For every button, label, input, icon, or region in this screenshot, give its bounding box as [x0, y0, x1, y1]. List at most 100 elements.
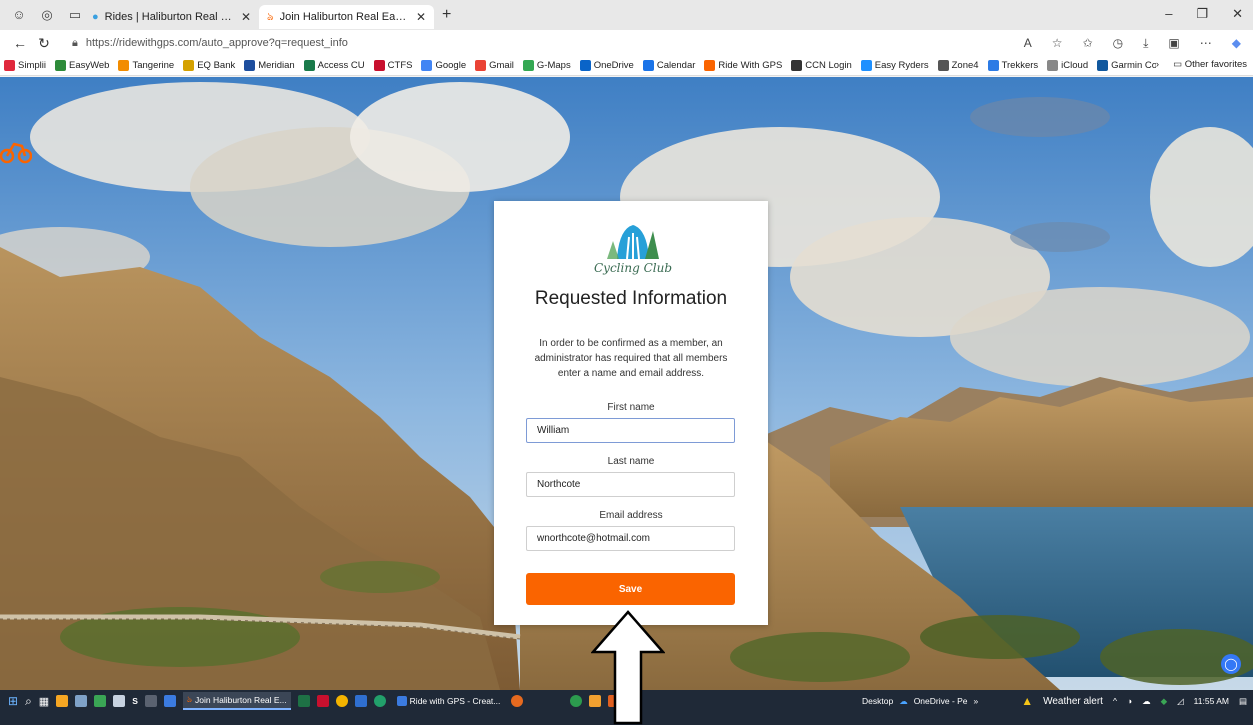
bookmark-item[interactable]: Trekkers — [987, 60, 1039, 71]
app-icon[interactable] — [570, 695, 583, 707]
history-icon[interactable]: ◷ — [1113, 36, 1123, 51]
taskbar-app-join[interactable]: ঌ Join Haliburton Real E... — [182, 692, 291, 710]
app-icon[interactable] — [354, 695, 367, 707]
bookmark-favicon-icon — [1047, 60, 1059, 71]
extensions-icon[interactable]: ▣ — [1168, 36, 1179, 51]
tab-rides[interactable]: ● Rides | Haliburton Real Easy Ryde ✕ — [84, 5, 259, 29]
warning-icon: ▲ — [1021, 694, 1034, 708]
bookmark-item[interactable]: iCloud — [1047, 60, 1088, 71]
save-button[interactable]: Save — [526, 573, 735, 605]
wifi-icon[interactable]: ◿ — [1177, 696, 1184, 707]
tab-title: Join Haliburton Real Easy Ryders — [279, 11, 410, 23]
bookmark-label: iCloud — [1061, 60, 1089, 71]
url-text: https://ridewithgps.com/auto_approve?q=r… — [85, 37, 348, 49]
new-tab-button[interactable]: + — [442, 6, 451, 24]
bookmark-favicon-icon — [1097, 60, 1109, 71]
tray-icon[interactable]: ◑ — [1127, 696, 1132, 706]
app-icon[interactable] — [297, 695, 310, 707]
bookmark-item[interactable]: Calendar — [642, 60, 696, 71]
profile-icon[interactable]: ☺ — [12, 8, 26, 22]
bookmark-item[interactable]: Ride With GPS — [704, 60, 782, 71]
bookmark-item[interactable]: Tangerine — [118, 60, 174, 71]
refresh-button[interactable]: ↻ — [32, 35, 56, 52]
url-field[interactable]: 🔒︎ https://ridewithgps.com/auto_approve?… — [72, 37, 348, 50]
tab-actions-icon[interactable]: ▭ — [68, 8, 82, 22]
back-button[interactable]: ← — [8, 35, 32, 51]
read-aloud-icon[interactable]: A — [1024, 36, 1032, 51]
bookmark-item[interactable]: EQ Bank — [183, 60, 235, 71]
first-name-input[interactable] — [526, 418, 735, 443]
email-input[interactable] — [526, 526, 735, 551]
app-icon[interactable]: S — [132, 696, 138, 706]
overflow-icon[interactable]: » — [974, 696, 979, 706]
close-window-icon[interactable]: ✕ — [1232, 6, 1243, 22]
bookmark-item[interactable]: Easy Ryders — [860, 60, 929, 71]
chevron-right-icon[interactable]: › — [1156, 59, 1159, 70]
restore-icon[interactable]: ❐ — [1196, 6, 1208, 22]
app-icon[interactable] — [163, 695, 176, 707]
instructions-text: In order to be confirmed as a member, an… — [534, 338, 728, 379]
bookmark-item[interactable]: CTFS — [373, 60, 412, 71]
bookmark-label: Access CU — [317, 60, 365, 71]
app-icon[interactable] — [373, 695, 386, 707]
tab-favicon-icon: ● — [92, 11, 99, 23]
app-icon[interactable] — [511, 695, 524, 707]
minimize-icon[interactable]: – — [1165, 6, 1172, 22]
bookmark-item[interactable]: OneDrive — [579, 60, 634, 71]
tab-join[interactable]: ঌ Join Haliburton Real Easy Ryders ✕ — [259, 5, 434, 29]
taskbar-app-ride-with-gps[interactable]: Ride with GPS - Creat... — [393, 692, 505, 710]
favorite-star-icon[interactable]: ☆ — [1052, 36, 1063, 51]
bookmark-item[interactable]: Zone4 — [937, 60, 979, 71]
bookmark-item[interactable]: G-Maps — [522, 60, 571, 71]
downloads-icon[interactable]: ⤓ — [1143, 36, 1148, 51]
app-icon[interactable] — [316, 695, 329, 707]
bookmark-favicon-icon — [791, 60, 803, 71]
bookmark-item[interactable]: Meridian — [244, 60, 295, 71]
other-favorites-button[interactable]: ▭ Other favorites — [1173, 59, 1247, 70]
folder-icon: ▭ — [1173, 59, 1185, 70]
cloud-icon[interactable]: ☁ — [1142, 696, 1151, 707]
bookmark-label: G-Maps — [536, 60, 571, 71]
bookmark-favicon-icon — [183, 60, 195, 71]
weather-alert-label[interactable]: Weather alert — [1043, 696, 1103, 707]
bookmark-label: Calendar — [656, 60, 696, 71]
bookmark-item[interactable]: Access CU — [303, 60, 365, 71]
tray-expand-icon[interactable]: ^ — [1113, 696, 1117, 706]
last-name-input[interactable] — [526, 472, 735, 497]
app-icon[interactable] — [144, 695, 157, 707]
bookmark-label: EasyWeb — [68, 60, 110, 71]
bookmark-label: Trekkers — [1001, 60, 1039, 71]
app-icon[interactable] — [75, 695, 88, 707]
bookmark-item[interactable]: Simplii — [4, 60, 46, 71]
onedrive-label[interactable]: OneDrive - Pe — [914, 696, 968, 706]
start-icon[interactable]: ⊞ — [8, 694, 18, 708]
bookmark-item[interactable]: Google — [421, 60, 466, 71]
clock[interactable]: 11:55 AM — [1194, 696, 1229, 706]
bookmark-label: Google — [435, 60, 467, 71]
more-menu-icon[interactable]: ⋯ — [1200, 36, 1212, 51]
copilot-icon[interactable]: ◆ — [1232, 36, 1241, 51]
taskbar-app-label: Ride with GPS - Creat... — [409, 696, 501, 706]
bookmark-label: Ride With GPS — [718, 60, 783, 71]
browser-tab-strip: ☺ ◎ ▭ ● Rides | Haliburton Real Easy Ryd… — [0, 0, 1253, 30]
search-icon[interactable]: ⌕ — [25, 694, 32, 709]
bookmark-item[interactable]: Gmail — [475, 60, 514, 71]
app-icon[interactable] — [113, 695, 126, 707]
ride-with-gps-favicon-icon: ঌ — [267, 10, 274, 23]
app-icon[interactable] — [94, 695, 107, 707]
close-tab-icon[interactable]: ✕ — [241, 10, 251, 24]
task-view-icon[interactable]: ▦ — [39, 695, 49, 708]
app-icon[interactable] — [56, 695, 69, 707]
tab-title: Rides | Haliburton Real Easy Ryde — [104, 11, 235, 23]
collections-icon[interactable]: ◎ — [40, 8, 54, 22]
chat-support-icon[interactable]: ◯ — [1221, 654, 1241, 674]
bookmark-favicon-icon — [118, 60, 130, 71]
desktop-label[interactable]: Desktop — [862, 696, 893, 706]
tray-icon[interactable]: ◆ — [1161, 696, 1168, 707]
favorites-icon[interactable]: ✩ — [1083, 36, 1093, 51]
notifications-icon[interactable]: ▤ — [1239, 696, 1247, 707]
bookmark-item[interactable]: EasyWeb — [54, 60, 110, 71]
close-tab-icon[interactable]: ✕ — [416, 10, 426, 24]
chrome-icon[interactable] — [335, 695, 348, 707]
bookmark-item[interactable]: CCN Login — [791, 60, 852, 71]
